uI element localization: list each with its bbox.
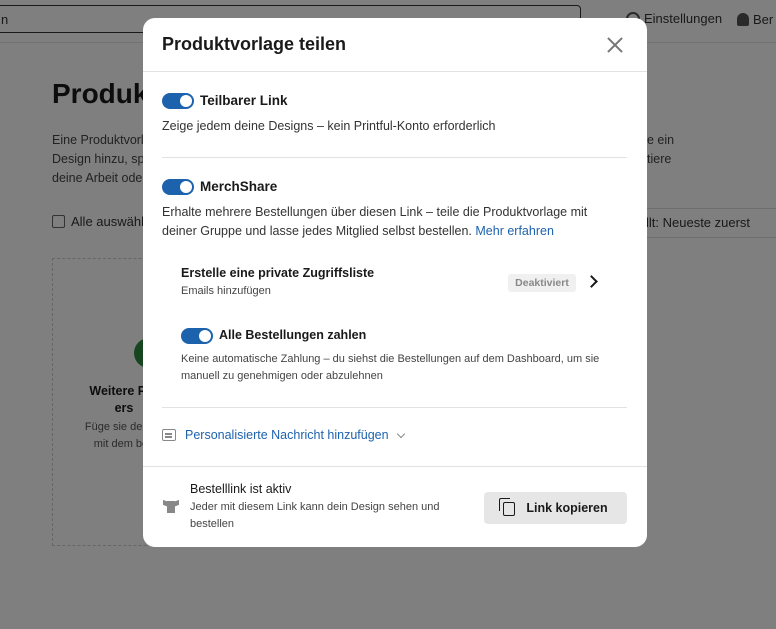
merchshare-toggle[interactable] bbox=[162, 179, 194, 195]
divider bbox=[162, 157, 627, 158]
pay-all-toggle[interactable] bbox=[181, 328, 213, 344]
close-icon[interactable] bbox=[603, 33, 627, 57]
access-list-subtitle: Emails hinzufügen bbox=[181, 285, 271, 297]
merchshare-title: MerchShare bbox=[200, 179, 278, 194]
copy-icon bbox=[499, 498, 516, 516]
status-badge: Deaktiviert bbox=[508, 274, 576, 292]
shareable-link-title: Teilbarer Link bbox=[200, 93, 288, 108]
copy-link-label: Link kopieren bbox=[526, 501, 608, 515]
t-shirt-icon bbox=[163, 499, 179, 513]
divider bbox=[162, 407, 627, 408]
shareable-link-text: Zeige jedem deine Designs – kein Printfu… bbox=[162, 119, 496, 133]
chevron-down-icon bbox=[396, 429, 405, 438]
pay-all-text: Keine automatische Zahlung – du siehst d… bbox=[181, 353, 600, 382]
order-link-description: Jeder mit diesem Link kann dein Design s… bbox=[190, 501, 440, 530]
share-template-modal: Produktvorlage teilen Teilbarer Link Zei… bbox=[143, 18, 647, 547]
copy-link-button[interactable]: Link kopieren bbox=[484, 492, 627, 524]
chevron-right-icon[interactable] bbox=[585, 275, 598, 288]
message-icon bbox=[162, 429, 176, 441]
merchshare-text: Erhalte mehrere Bestellungen über diesen… bbox=[162, 203, 602, 241]
order-link-status: Bestelllink ist aktiv bbox=[190, 482, 292, 496]
learn-more-link[interactable]: Mehr erfahren bbox=[475, 224, 554, 238]
access-list-title[interactable]: Erstelle eine private Zugriffsliste bbox=[181, 266, 374, 280]
add-personal-message-button[interactable]: Personalisierte Nachricht hinzufügen bbox=[162, 428, 405, 442]
modal-header: Produktvorlage teilen bbox=[143, 18, 647, 72]
modal-footer: Bestelllink ist aktiv Jeder mit diesem L… bbox=[143, 466, 647, 547]
shareable-link-toggle[interactable] bbox=[162, 93, 194, 109]
personal-message-label: Personalisierte Nachricht hinzufügen bbox=[185, 428, 389, 442]
pay-all-title: Alle Bestellungen zahlen bbox=[219, 328, 367, 342]
modal-title: Produktvorlage teilen bbox=[162, 34, 347, 54]
